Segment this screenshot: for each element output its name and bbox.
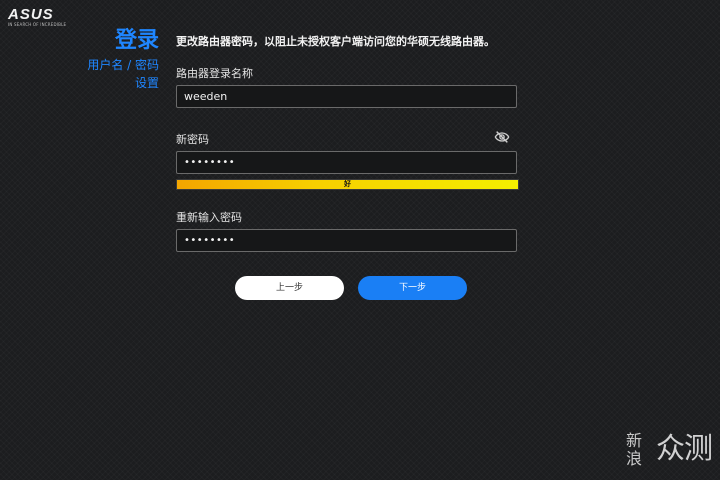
logo-brand: ASUS bbox=[8, 6, 54, 23]
confirm-password-input[interactable]: •••••••• bbox=[176, 229, 517, 252]
new-password-label: 新密码 bbox=[176, 133, 209, 146]
password-strength-bar: 好 bbox=[176, 179, 519, 190]
previous-step-button[interactable]: 上一步 bbox=[235, 276, 344, 300]
step-subtitle-line2: 设置 bbox=[134, 76, 159, 90]
page-title: 登录 bbox=[114, 28, 159, 53]
logo-tagline: IN SEARCH OF INCREDIBLE bbox=[8, 22, 67, 27]
login-name-input[interactable]: weeden bbox=[176, 85, 517, 108]
confirm-password-label: 重新输入密码 bbox=[176, 211, 242, 224]
login-name-label: 路由器登录名称 bbox=[176, 67, 253, 80]
step-subtitle-line1: 用户名 / 密码 bbox=[87, 58, 159, 72]
asus-logo: ASUS IN SEARCH OF INCREDIBLE bbox=[8, 6, 67, 28]
next-step-button[interactable]: 下一步 bbox=[358, 276, 467, 300]
page-description: 更改路由器密码，以阻止未授权客户端访问您的华硕无线路由器。 bbox=[176, 35, 495, 48]
watermark-right: 众测 bbox=[656, 431, 713, 465]
sina-zhongce-watermark: 新 浪 众测 bbox=[626, 430, 714, 474]
new-password-input[interactable]: •••••••• bbox=[176, 151, 517, 174]
eye-slash-icon[interactable] bbox=[494, 129, 510, 145]
password-strength-text: 好 bbox=[344, 180, 351, 188]
step-sidebar: 登录 用户名 / 密码 设置 bbox=[87, 26, 159, 92]
watermark-left: 新 浪 bbox=[626, 431, 643, 468]
